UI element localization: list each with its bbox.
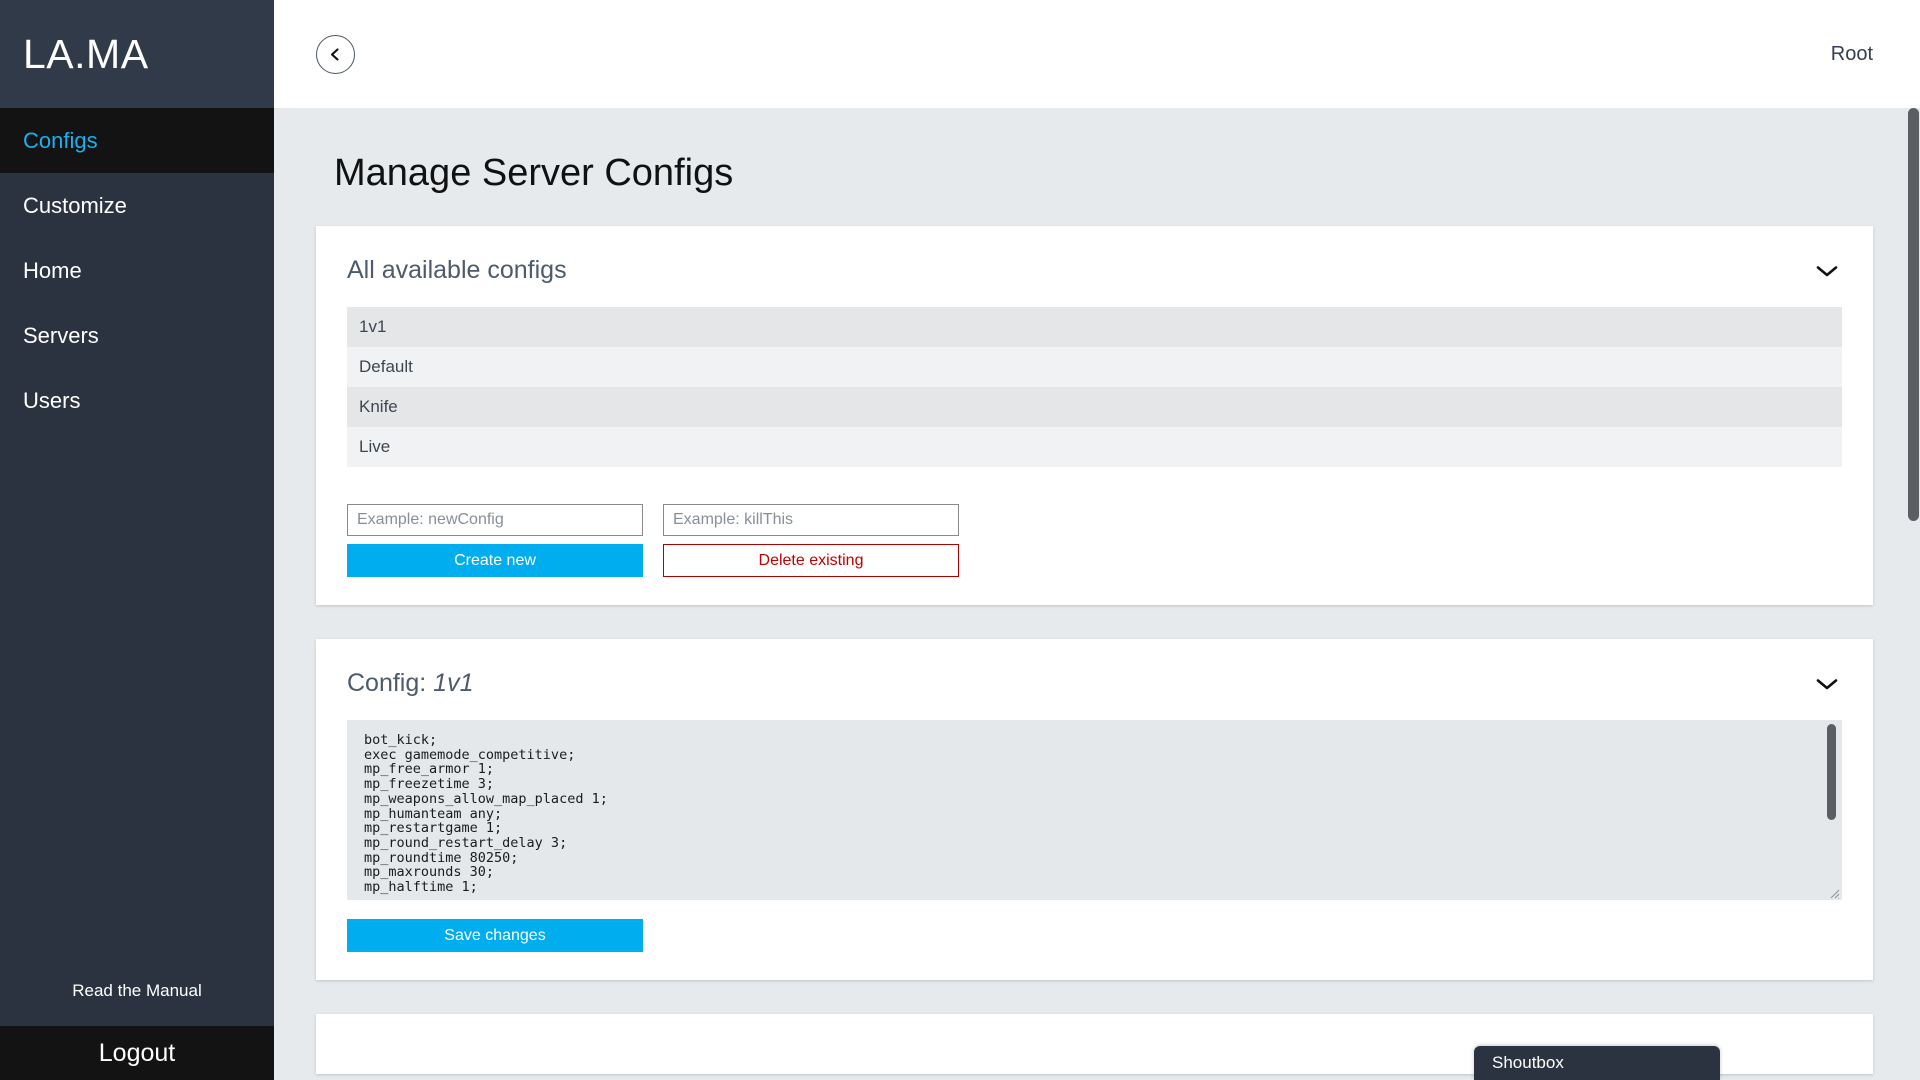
app-root: LA.MA Configs Customize Home Servers Use… <box>0 0 1920 1080</box>
config-name: Knife <box>359 397 398 416</box>
logout-button[interactable]: Logout <box>0 1026 274 1080</box>
topbar: Root <box>274 0 1920 108</box>
sidebar-item-servers[interactable]: Servers <box>0 303 274 368</box>
config-name: Live <box>359 437 391 456</box>
sidebar-item-label: Customize <box>23 192 127 218</box>
sidebar-item-home[interactable]: Home <box>0 238 274 303</box>
config-list: 1v1 Default Knife Live <box>347 307 1842 467</box>
config-editor-card-header[interactable]: Config: 1v1 <box>316 639 1873 720</box>
config-editor-scrollbar-thumb[interactable] <box>1827 724 1836 820</box>
config-list-item[interactable]: Default <box>347 347 1842 387</box>
brand-text: LA.MA <box>23 30 149 77</box>
logout-label: Logout <box>98 1038 176 1067</box>
config-name: 1v1 <box>359 317 387 336</box>
delete-config-group: Delete existing <box>663 504 959 577</box>
page-title: Manage Server Configs <box>334 152 734 194</box>
page-scrollbar-thumb[interactable] <box>1908 108 1919 521</box>
config-editor-wrap: bot_kick; exec gamemode_competitive; mp_… <box>347 720 1842 900</box>
sidebar: LA.MA Configs Customize Home Servers Use… <box>0 0 274 1080</box>
chevron-down-icon[interactable] <box>1815 264 1839 278</box>
sidebar-item-label: Home <box>23 257 82 283</box>
chevron-left-icon <box>330 47 339 61</box>
sidebar-item-users[interactable]: Users <box>0 368 274 433</box>
sidebar-item-label: Users <box>23 387 81 413</box>
main-area: Root Manage Server Configs All available… <box>274 0 1920 1080</box>
back-button[interactable] <box>316 34 355 74</box>
textarea-resize-handle[interactable] <box>1827 886 1840 899</box>
sidebar-item-label: Configs <box>23 127 98 153</box>
available-configs-title: All available configs <box>347 256 567 284</box>
read-the-manual-label: Read the Manual <box>72 981 202 1000</box>
config-editor-title-prefix: Config: <box>347 669 427 697</box>
create-new-button[interactable]: Create new <box>347 544 643 577</box>
create-config-group: Create new <box>347 504 643 577</box>
config-list-item[interactable]: Knife <box>347 387 1842 427</box>
shoutbox-panel[interactable]: Shoutbox <box>1474 1046 1720 1080</box>
config-editor-card: Config: 1v1 bot_kick; exec gamemode_comp… <box>316 639 1873 980</box>
read-the-manual-link[interactable]: Read the Manual <box>0 956 274 1026</box>
config-actions-row: Create new Delete existing <box>347 504 1842 577</box>
sidebar-item-configs[interactable]: Configs <box>0 108 274 173</box>
save-changes-button[interactable]: Save changes <box>347 919 643 952</box>
delete-existing-button[interactable]: Delete existing <box>663 544 959 577</box>
available-configs-card-body: 1v1 Default Knife Live Create new Delete… <box>316 307 1873 605</box>
config-name: Default <box>359 357 413 376</box>
config-editor-title-name: 1v1 <box>433 669 474 697</box>
sidebar-item-label: Servers <box>23 322 99 348</box>
page-content: Manage Server Configs All available conf… <box>274 108 1920 1080</box>
config-list-item[interactable]: 1v1 <box>347 307 1842 347</box>
config-editor-card-body: bot_kick; exec gamemode_competitive; mp_… <box>316 720 1873 980</box>
config-list-item[interactable]: Live <box>347 427 1842 467</box>
page-scrollbar[interactable] <box>1907 108 1920 1080</box>
available-configs-card: All available configs 1v1 Default Knife … <box>316 226 1873 605</box>
chevron-down-icon[interactable] <box>1815 677 1839 691</box>
current-user-label[interactable]: Root <box>1831 43 1873 66</box>
shoutbox-title: Shoutbox <box>1492 1053 1564 1072</box>
create-config-input[interactable] <box>347 504 643 536</box>
delete-config-input[interactable] <box>663 504 959 536</box>
available-configs-card-header[interactable]: All available configs <box>316 226 1873 307</box>
config-editor-title: Config: 1v1 <box>347 669 473 698</box>
brand-logo[interactable]: LA.MA <box>0 0 274 108</box>
config-content-textarea[interactable]: bot_kick; exec gamemode_competitive; mp_… <box>347 720 1842 900</box>
sidebar-item-customize[interactable]: Customize <box>0 173 274 238</box>
sidebar-nav: Configs Customize Home Servers Users <box>0 108 274 433</box>
